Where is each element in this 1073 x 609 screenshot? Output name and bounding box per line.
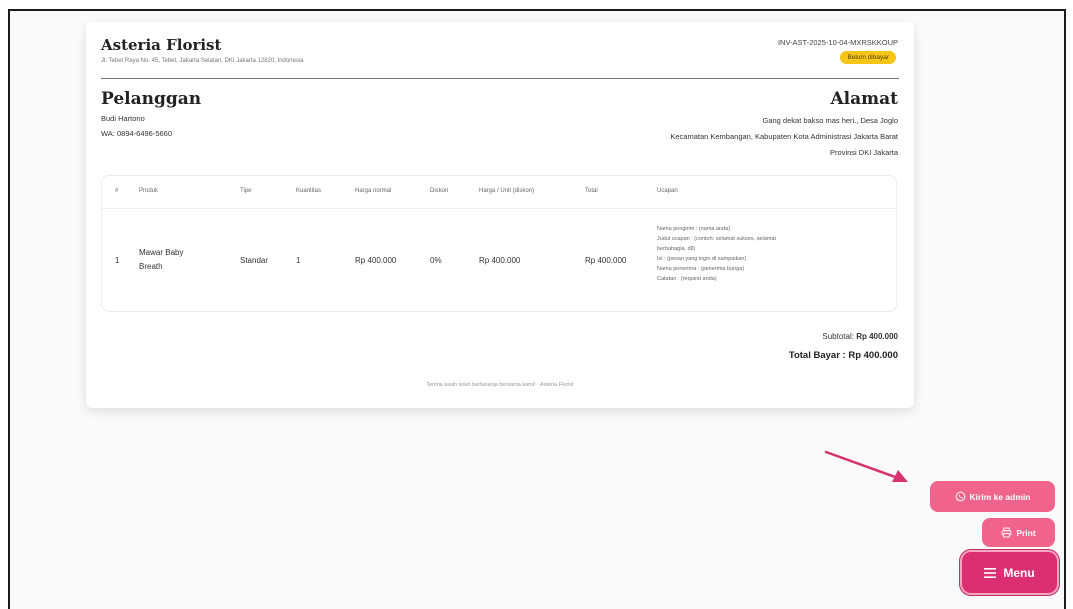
note-line: Nama pengirim : (nama anda) [657,226,731,232]
annotation-arrow-icon [824,450,908,482]
shop-name: Asteria Florist [101,36,222,54]
whatsapp-icon [955,491,965,502]
col-header-type: Tipe [240,188,252,194]
print-button[interactable]: Print [982,518,1055,547]
thank-you-note: Terima kasih telah berbelanja bersama ka… [426,382,574,388]
cell-total: Rp 400.000 [585,256,627,265]
address-title: Alamat [830,89,898,109]
shop-address: Jl. Tebet Raya No. 45, Tebet, Jakarta Se… [101,58,304,64]
col-header-product: Produk [139,188,159,194]
col-header-unit-price: Harga / Unit (diskon) [479,188,535,194]
customer-whatsapp: WA: 0894-6496-5660 [101,129,173,138]
cell-product-line2: Breath [139,262,163,271]
send-to-admin-label: Kirim ke admin [969,491,1031,502]
note-line: Isi : (pesan yang ingin di sampaikan) [657,256,747,262]
col-header-discount: Diskon [430,188,449,194]
grand-total: Total Bayar : Rp 400.000 [789,350,898,361]
subtotal-label: Subtotal: [822,332,854,341]
col-header-normal-price: Harga normal [355,188,392,194]
cell-type: Standar [240,256,269,265]
note-line: berbahagia, dll) [657,246,695,252]
subtotal: Subtotal: Rp 400.000 [822,332,898,341]
total-value: Rp 400.000 [848,350,898,361]
printer-icon [1001,527,1012,538]
hamburger-menu-icon [984,567,997,578]
address-line-2: Kecamatan Kembangan, Kabupaten Kota Admi… [670,132,898,141]
browser-frame: Asteria Florist Jl. Tebet Raya No. 45, T… [8,9,1066,609]
invoice-number: INV-AST-2025-10-04-MXRSKKOUP [777,38,898,47]
invoice-card: Asteria Florist Jl. Tebet Raya No. 45, T… [86,22,914,408]
customer-name: Budi Hartono [101,114,145,123]
menu-button[interactable]: Menu [962,552,1057,593]
table-header-divider [102,208,896,209]
note-line: Nama penerima : (penerima bunga) [657,266,745,272]
header-divider [101,78,899,79]
col-header-note: Ucapan [657,188,678,194]
menu-label: Menu [1003,565,1035,580]
subtotal-value: Rp 400.000 [856,332,898,341]
items-table: # Produk Tipe Kuantitas Harga normal Dis… [101,175,897,312]
print-label: Print [1016,527,1036,538]
cell-product-line1: Mawar Baby [139,248,184,257]
address-line-3: Provinsi DKI Jakarta [830,148,898,157]
address-line-1: Gang dekat bakso mas heri., Desa Joglo [762,116,899,125]
status-badge: Belum dibayar [840,51,896,64]
col-header-no: # [115,188,119,194]
col-header-qty: Kuantitas [296,188,322,194]
note-line: Judul ucapan : (contoh: selamat sukses, … [657,236,776,242]
cell-no: 1 [115,256,120,265]
cell-normal-price: Rp 400.000 [355,256,397,265]
cell-discount: 0% [430,256,442,265]
note-line: Catatan : (request anda) [657,276,717,282]
cell-unit-price: Rp 400.000 [479,256,521,265]
customer-title: Pelanggan [101,89,202,109]
total-label: Total Bayar : [788,350,846,361]
col-header-total: Total [585,188,598,194]
send-to-admin-button[interactable]: Kirim ke admin [930,481,1055,512]
cell-qty: 1 [296,256,301,265]
